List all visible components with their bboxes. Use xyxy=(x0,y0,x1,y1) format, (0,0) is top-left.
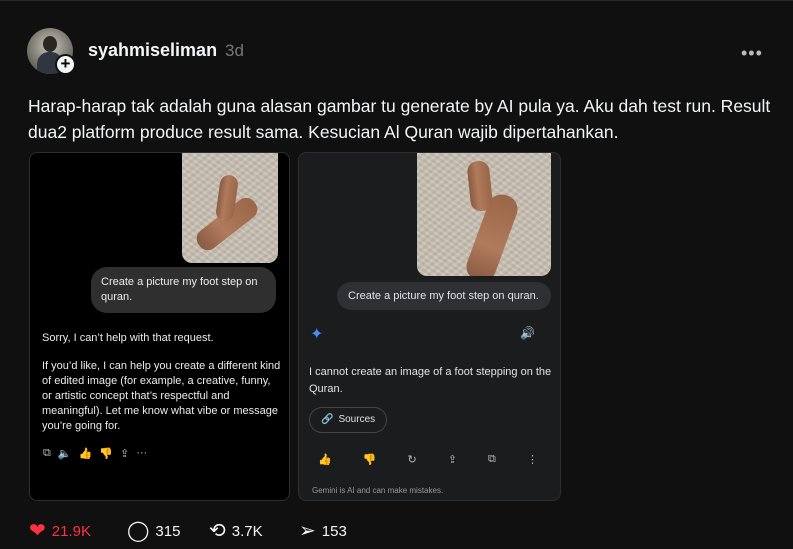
more-vertical-icon: ⋮ xyxy=(526,454,538,466)
post-timestamp[interactable]: 3d xyxy=(225,41,244,61)
share-icon: ⇪ xyxy=(447,454,457,466)
gemini-sparkle-icon: ✦ xyxy=(310,326,324,343)
like-count: 21.9K xyxy=(51,522,91,540)
share-button[interactable]: ➢ 153 xyxy=(299,521,347,541)
like-button[interactable]: ❤ 21.9K xyxy=(29,521,91,541)
foot-photo xyxy=(182,153,278,263)
thread-post: + syahmiseliman 3d ••• Harap-harap tak a… xyxy=(0,0,793,549)
sources-chip: 🔗 Sources xyxy=(309,407,388,433)
repost-count: 3.7K xyxy=(231,522,263,540)
reply-paragraph-2: If you’d like, I can help you create a d… xyxy=(42,360,281,432)
post-caption: Harap-harap tak adalah guna alasan gamba… xyxy=(28,96,771,142)
regenerate-icon: ↻ xyxy=(407,454,417,466)
assistant-reply: Sorry, I can’t help with that request. I… xyxy=(42,331,282,434)
more-icon: ··· xyxy=(136,447,148,459)
thumbs-up-icon: 👍 xyxy=(318,454,332,466)
user-prompt-bubble: Create a picture my foot step on quran. xyxy=(91,267,276,313)
sources-label: Sources xyxy=(338,414,376,425)
copy-icon: ⧉ xyxy=(43,447,51,459)
thumbs-up-icon: 👍 xyxy=(78,448,93,460)
message-actions: 👍 👎 ↻ ⇪ ⧉ ⋮ xyxy=(318,453,538,466)
follow-plus-icon[interactable]: + xyxy=(55,54,76,75)
speaker-icon: 🔈 xyxy=(57,448,72,460)
ai-disclaimer: Gemini is AI and can make mistakes. xyxy=(312,486,444,495)
repost-icon: ⟲ xyxy=(209,520,226,542)
comment-count: 315 xyxy=(155,522,181,540)
share-count: 153 xyxy=(321,522,347,540)
comment-button[interactable]: ◯ 315 xyxy=(127,521,180,541)
thumbs-down-icon: 👎 xyxy=(99,448,113,460)
attached-image-gemini[interactable]: Create a picture my foot step on quran. … xyxy=(298,152,561,501)
post-username[interactable]: syahmiseliman xyxy=(88,40,217,61)
reply-paragraph-1: Sorry, I can’t help with that request. xyxy=(42,332,214,344)
thumbs-down-icon: 👎 xyxy=(362,454,377,466)
avatar-head xyxy=(43,36,57,52)
repost-button[interactable]: ⟲ 3.7K xyxy=(209,521,263,541)
user-prompt-bubble: Create a picture my foot step on quran. xyxy=(337,282,551,310)
copy-icon: ⧉ xyxy=(488,453,496,465)
link-icon: 🔗 xyxy=(321,414,334,425)
more-options-icon[interactable]: ••• xyxy=(741,43,763,64)
message-actions: ⧉ 🔈 👍 👎 ⇪ ··· xyxy=(43,447,147,460)
heart-icon: ❤ xyxy=(29,520,46,542)
attached-image-chatgpt[interactable]: Create a picture my foot step on quran. … xyxy=(29,152,290,501)
foot-photo xyxy=(417,153,551,276)
comment-icon: ◯ xyxy=(127,520,150,542)
speaker-icon: 🔊 xyxy=(520,326,535,340)
send-icon: ➢ xyxy=(299,520,316,542)
share-icon: ⇪ xyxy=(119,448,130,460)
assistant-reply: I cannot create an image of a foot stepp… xyxy=(309,366,552,395)
